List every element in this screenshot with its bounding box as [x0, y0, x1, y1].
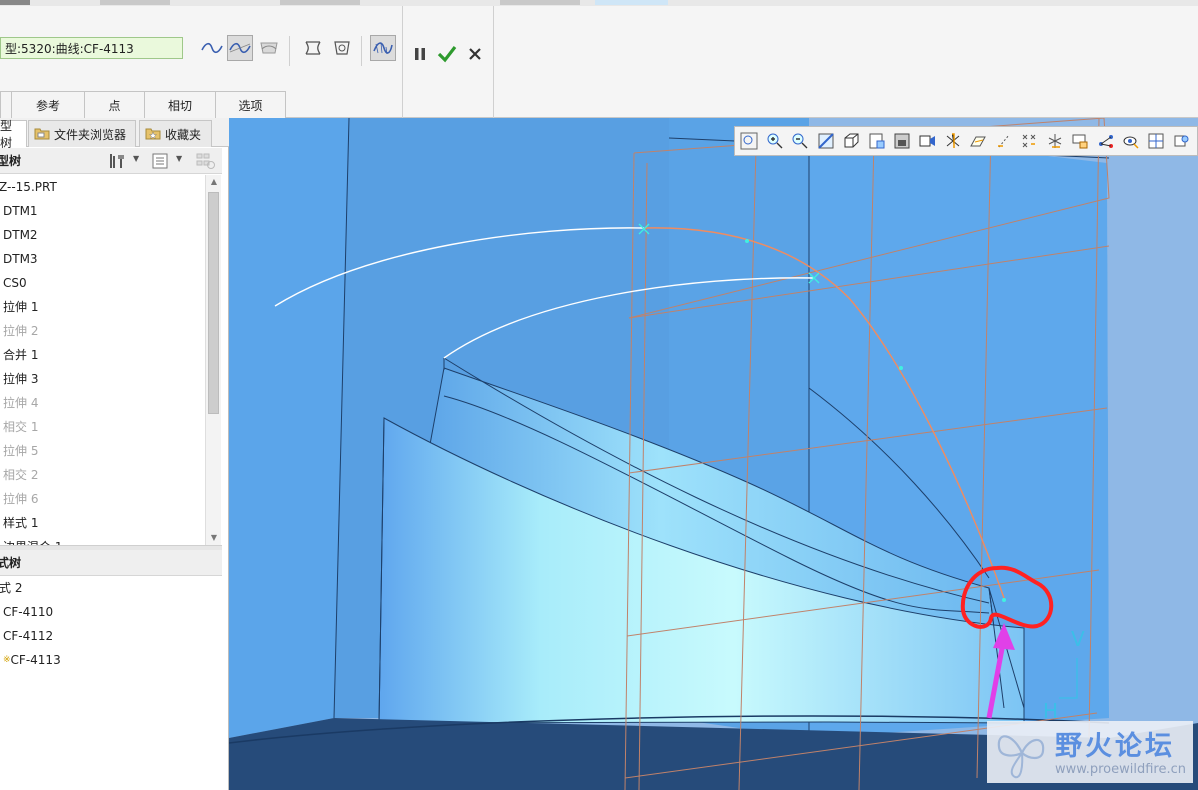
tree-item[interactable]: 拉伸 6 — [0, 487, 205, 511]
surface-trim-icon[interactable] — [329, 35, 355, 61]
tab-tangency[interactable]: 相切 — [144, 91, 216, 118]
tab-model-tree-label: 型树 — [0, 119, 13, 150]
accept-checkmark-icon[interactable] — [434, 41, 460, 67]
navigator-panel: 型树 文件夹浏览器 收藏夹 型树 ▼ ▼ Z--15.PRT DTM1 DTM2 DT… — [0, 118, 229, 790]
ribbon-toolbar: 型:5320:曲线:CF-4113 参考 点 相切 选项 — [0, 6, 1198, 118]
eye-view-icon[interactable] — [1121, 130, 1142, 152]
forum-watermark: 野火论坛 www.proewildfire.cn — [987, 721, 1193, 783]
tree-item[interactable]: Z--15.PRT — [0, 175, 205, 199]
tab-favorites[interactable]: 收藏夹 — [139, 120, 212, 147]
tree-item[interactable]: CS0 — [0, 271, 205, 295]
annotation-display-icon[interactable] — [1070, 130, 1091, 152]
axis-label-h: H — [1043, 699, 1058, 723]
pause-icon[interactable] — [407, 41, 433, 67]
repaint-icon[interactable] — [815, 130, 836, 152]
datum-display-icon[interactable] — [943, 130, 964, 152]
graphics-viewport[interactable]: V H 野火论坛 www.proewildfire.cn — [229, 118, 1198, 790]
axis-display-icon[interactable] — [993, 130, 1014, 152]
style-tree-item[interactable]: 式 2 — [0, 576, 222, 600]
spin-center-icon[interactable] — [1095, 130, 1116, 152]
tree-item[interactable]: 相交 1 — [0, 415, 205, 439]
view-toolbar — [734, 126, 1198, 156]
tree-item[interactable]: 拉伸 1 — [0, 295, 205, 319]
tree-item[interactable]: 拉伸 3 — [0, 367, 205, 391]
model-graphics[interactable]: V H — [229, 118, 1198, 790]
tree-filter-icon[interactable] — [196, 152, 216, 173]
layout-icon[interactable] — [1146, 130, 1167, 152]
tab-favorites-label: 收藏夹 — [165, 127, 202, 142]
curve-name-field[interactable]: 型:5320:曲线:CF-4113 — [0, 37, 183, 59]
scrollbar-thumb[interactable] — [208, 192, 219, 414]
tree-item[interactable]: 相交 2 — [0, 463, 205, 487]
zoom-in-icon[interactable] — [764, 130, 785, 152]
tree-item[interactable]: 边界混合 1 — [0, 535, 205, 545]
model-tree-list: Z--15.PRT DTM1 DTM2 DTM3 CS0 拉伸 1 拉伸 2 合并 1 拉伸 3… — [0, 175, 205, 545]
interpolated-curve-icon[interactable] — [199, 35, 225, 61]
control-point-curve-icon[interactable] — [227, 35, 253, 61]
perspective-icon[interactable] — [917, 130, 938, 152]
tab-folder-browser-label: 文件夹浏览器 — [54, 127, 127, 142]
style-tree-item-label: CF-4112 — [3, 629, 54, 643]
panel-tabs: 型树 文件夹浏览器 收藏夹 — [0, 118, 229, 150]
style-tree-item[interactable]: CF-4110 — [0, 600, 222, 624]
tree-item[interactable]: 拉伸 4 — [0, 391, 205, 415]
style-tree-item-label: CF-4110 — [3, 605, 54, 619]
model-tree-scrollbar[interactable]: ▲ ▼ — [205, 175, 221, 545]
model-tree-header: 型树 ▼ ▼ — [0, 148, 222, 174]
style-tree-header: 式树 — [0, 550, 222, 576]
zoom-fit-icon[interactable] — [739, 130, 760, 152]
tools-dropdown-icon[interactable]: ▼ — [133, 154, 139, 163]
cancel-x-icon[interactable] — [462, 41, 488, 67]
tab-model-tree[interactable]: 型树 — [0, 119, 27, 150]
tree-item[interactable]: 样式 1 — [0, 511, 205, 535]
tab-references[interactable]: 参考 — [11, 91, 85, 118]
show-list-icon[interactable] — [152, 153, 168, 172]
style-tree-list: 式 2 CF-4110 CF-4112 ※CF-4113 — [0, 576, 222, 790]
new-feature-icon: ※ — [3, 655, 11, 665]
tools-icon[interactable] — [108, 153, 126, 172]
saved-orientations-icon[interactable] — [841, 130, 862, 152]
style-tree-item[interactable]: ※CF-4113 — [0, 648, 222, 672]
axis-label-v: V — [1071, 627, 1085, 651]
style-tree-item-label: 式 2 — [0, 581, 23, 595]
plane-display-icon[interactable] — [968, 130, 989, 152]
tree-item[interactable]: DTM1 — [0, 199, 205, 223]
sub-tab-row: 参考 点 相切 选项 — [0, 91, 286, 118]
style-tree-item[interactable]: CF-4112 — [0, 624, 222, 648]
favorites-icon — [145, 126, 161, 143]
butterfly-logo-icon — [997, 735, 1045, 779]
folder-browser-icon — [34, 126, 50, 143]
tree-item[interactable]: DTM2 — [0, 223, 205, 247]
tab-options[interactable]: 选项 — [215, 91, 286, 118]
point-display-icon[interactable] — [1019, 130, 1040, 152]
watermark-title: 野火论坛 — [1055, 731, 1175, 762]
tree-item[interactable]: 合并 1 — [0, 343, 205, 367]
curve-analysis-icon[interactable] — [370, 35, 396, 61]
tree-item[interactable]: 拉伸 5 — [0, 439, 205, 463]
model-tree-title: 型树 — [0, 154, 22, 168]
tree-item[interactable]: 拉伸 2 — [0, 319, 205, 343]
tab-folder-browser[interactable]: 文件夹浏览器 — [28, 120, 136, 147]
watermark-url: www.proewildfire.cn — [1055, 762, 1186, 777]
view-manager-icon[interactable] — [866, 130, 887, 152]
surface-edit-icon[interactable] — [300, 35, 326, 61]
more-views-icon[interactable] — [1171, 130, 1192, 152]
display-style-icon[interactable] — [892, 130, 913, 152]
tab-points[interactable]: 点 — [84, 91, 145, 118]
zoom-out-icon[interactable] — [790, 130, 811, 152]
show-dropdown-icon[interactable]: ▼ — [176, 154, 182, 163]
style-tree-item-label: CF-4113 — [10, 653, 61, 667]
tree-item[interactable]: DTM3 — [0, 247, 205, 271]
curve-on-surface-icon[interactable] — [256, 35, 282, 61]
csys-display-icon[interactable] — [1044, 130, 1065, 152]
style-tree-title: 式树 — [0, 556, 22, 570]
